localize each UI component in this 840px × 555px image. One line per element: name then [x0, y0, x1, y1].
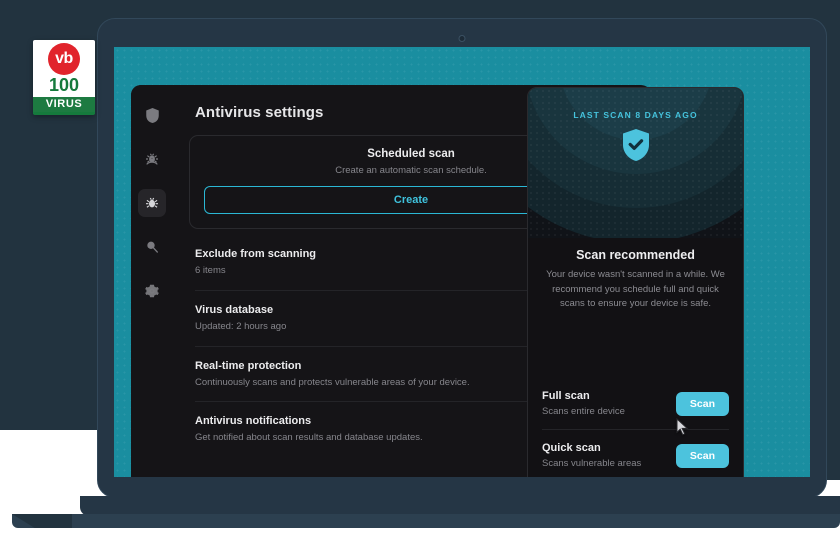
settings-row-title: Antivirus notifications: [195, 415, 312, 428]
badge-url: virusbtn.com: [33, 112, 95, 115]
scan-panel: LAST SCAN 8 DAYS AGO Scan recommended Yo…: [527, 87, 744, 477]
sidebar-item-antivirus[interactable]: [138, 189, 166, 217]
scan-row-text: Full scan Scans entire device: [542, 390, 676, 417]
shield-icon: [145, 107, 160, 124]
badge-label: VIRUS: [33, 97, 95, 112]
search-icon: [144, 239, 160, 255]
quick-scan-button[interactable]: Scan: [675, 443, 729, 468]
scan-status-hero: LAST SCAN 8 DAYS AGO: [528, 88, 743, 238]
shield-check-icon: [621, 129, 651, 166]
scan-status-title: Scan recommended: [576, 248, 695, 262]
settings-row-subtitle: Get notified about scan results and data…: [195, 432, 423, 444]
vb100-badge: vb 100 VIRUS virusbtn.com: [33, 40, 95, 115]
gear-icon: [144, 283, 160, 299]
scan-status-description: Your device wasn't scanned in a while. W…: [546, 269, 725, 310]
scan-row-title: Full scan: [542, 390, 590, 403]
bug-icon: [144, 195, 160, 211]
last-scan-label: LAST SCAN 8 DAYS AGO: [573, 110, 698, 120]
webcam-icon: [458, 35, 466, 42]
sidebar-item-search[interactable]: [138, 233, 166, 261]
shield-check-wrapper: [528, 128, 743, 167]
scan-row-quick: Quick scan Scans vulnerable areas Scan: [542, 430, 729, 477]
sidebar-item-protection[interactable]: [138, 101, 166, 129]
settings-row-subtitle: Updated: 2 hours ago: [195, 320, 287, 332]
settings-row-subtitle: Continuously scans and protects vulnerab…: [195, 376, 470, 388]
scan-row-subtitle: Scans entire device: [542, 406, 625, 418]
scene: Antivirus settings Scheduled scan Create…: [0, 0, 840, 555]
scan-row-text: Quick scan Scans vulnerable areas: [542, 442, 676, 469]
full-scan-button[interactable]: Scan: [675, 391, 729, 416]
vb-logo: vb: [48, 43, 80, 75]
scan-row-subtitle: Scans vulnerable areas: [542, 458, 642, 470]
settings-row-text: Real-time protection Continuously scans …: [195, 360, 581, 390]
laptop-foot: [12, 514, 840, 528]
scan-actions-list: Full scan Scans entire device Scan Quick…: [528, 378, 743, 477]
mouse-cursor: [676, 417, 689, 441]
sidebar-item-settings[interactable]: [138, 277, 166, 305]
laptop-screen: Antivirus settings Scheduled scan Create…: [114, 47, 810, 477]
badge-score: 100: [48, 75, 80, 95]
settings-row-title: Virus database: [195, 303, 274, 316]
sidebar: [131, 85, 173, 477]
bug-scan-icon: [144, 151, 160, 167]
settings-row-text: Virus database Updated: 2 hours ago: [195, 304, 582, 334]
sidebar-item-threat-scan[interactable]: [138, 145, 166, 173]
laptop-lid: Antivirus settings Scheduled scan Create…: [97, 18, 827, 498]
scan-row-title: Quick scan: [542, 442, 601, 455]
settings-row-text: Antivirus notifications Get notified abo…: [195, 415, 581, 445]
laptop-base: [80, 496, 840, 516]
settings-row-title: Real-time protection: [195, 359, 302, 372]
scan-row-full: Full scan Scans entire device Scan: [542, 378, 729, 431]
